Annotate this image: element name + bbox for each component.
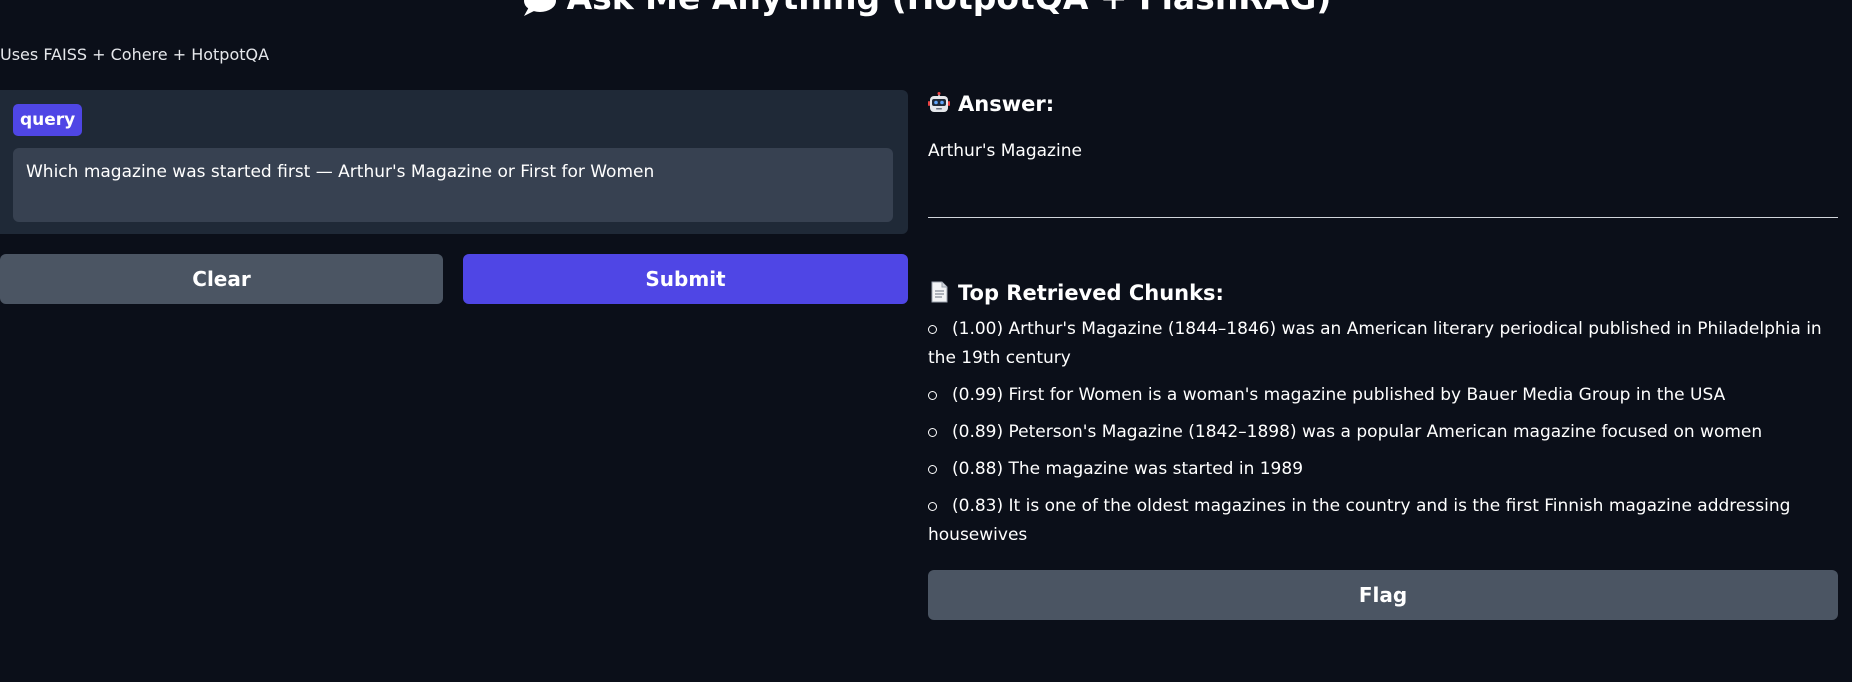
- chunk-text: (0.99) First for Women is a woman's maga…: [952, 385, 1726, 405]
- bullet-icon: [928, 428, 937, 437]
- list-item: (0.89) Peterson's Magazine (1842–1898) w…: [928, 418, 1840, 447]
- query-input[interactable]: Which magazine was started first — Arthu…: [13, 148, 893, 222]
- answer-divider: [928, 217, 1838, 218]
- list-item: (0.88) The magazine was started in 1989: [928, 455, 1840, 484]
- list-item: (0.99) First for Women is a woman's maga…: [928, 381, 1840, 410]
- bullet-icon: [928, 502, 937, 511]
- chunks-heading-text: Top Retrieved Chunks:: [958, 281, 1224, 305]
- page-title-text: Ask Me Anything (HotpotQA + FlashRAG): [567, 0, 1332, 17]
- chunk-text: (0.83) It is one of the oldest magazines…: [928, 496, 1791, 545]
- bullet-icon: [928, 391, 937, 400]
- query-label: query: [13, 104, 83, 136]
- speech-bubble-icon: [521, 0, 557, 16]
- page-title: Ask Me Anything (HotpotQA + FlashRAG): [0, 0, 1852, 18]
- chunk-list: (1.00) Arthur's Magazine (1844–1846) was…: [928, 315, 1840, 558]
- flag-button[interactable]: Flag: [928, 570, 1838, 620]
- answer-heading: Answer:: [928, 90, 1054, 118]
- chunk-text: (0.88) The magazine was started in 1989: [952, 459, 1304, 479]
- bullet-icon: [928, 465, 937, 474]
- chunks-heading: Top Retrieved Chunks:: [928, 279, 1224, 307]
- chunk-text: (0.89) Peterson's Magazine (1842–1898) w…: [952, 422, 1763, 442]
- document-icon: [928, 281, 950, 303]
- list-item: (1.00) Arthur's Magazine (1844–1846) was…: [928, 315, 1840, 373]
- submit-button[interactable]: Submit: [463, 254, 908, 304]
- robot-icon: [928, 92, 950, 114]
- list-item: (0.83) It is one of the oldest magazines…: [928, 492, 1840, 550]
- answer-text: Arthur's Magazine: [928, 141, 1082, 161]
- clear-button[interactable]: Clear: [0, 254, 443, 304]
- bullet-icon: [928, 325, 937, 334]
- chunk-text: (1.00) Arthur's Magazine (1844–1846) was…: [928, 319, 1822, 368]
- query-panel: query Which magazine was started first —…: [0, 90, 908, 234]
- page-subtitle: Uses FAISS + Cohere + HotpotQA: [0, 45, 270, 64]
- answer-heading-text: Answer:: [958, 92, 1055, 116]
